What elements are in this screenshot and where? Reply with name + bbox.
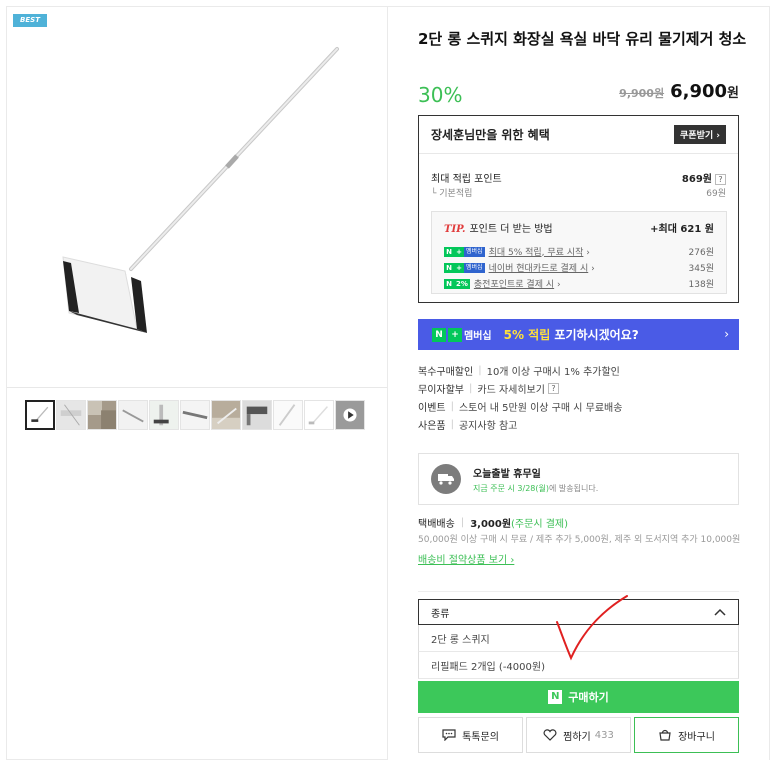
tip-label: TIP. — [444, 224, 466, 235]
buy-button[interactable]: N 구매하기 — [418, 681, 739, 713]
product-info: 2단 롱 스퀴지 화장실 욕실 바닥 유리 물기제거 청소 30% 9,900원… — [388, 6, 770, 760]
info-row: 사은품 | 공지사항 참고 — [418, 418, 518, 432]
cart-button[interactable]: 장바구니 — [634, 717, 739, 753]
chat-icon — [442, 729, 456, 741]
basic-points-value: 69원 — [706, 189, 726, 199]
original-price: 9,900원 — [619, 87, 665, 100]
talk-button[interactable]: 톡톡문의 — [418, 717, 523, 753]
option-item[interactable]: 리필패드 2개입 (-4000원) — [418, 652, 739, 679]
thumbnail[interactable] — [180, 400, 210, 430]
shipping-saving-link[interactable]: 배송비 절약상품 보기 › — [418, 551, 514, 566]
sale-price: 6,900 — [670, 81, 728, 102]
currency: 원 — [727, 86, 739, 101]
help-icon[interactable]: ? — [715, 174, 726, 185]
info-row: 무이자할부 | 카드 자세히보기? — [418, 379, 622, 397]
option-select: 종류 2단 롱 스퀴지 리필패드 2개입 (-4000원) — [418, 599, 739, 679]
shipping-fee: 3,000원 — [470, 519, 512, 530]
tip-item[interactable]: N 2% 충전포인트로 결제 시 › 138원 — [444, 275, 714, 291]
tip-box: TIP. 포인트 더 받는 방법 +최대 621 원 N + 멤버십 최대 5% 적립,… — [431, 211, 727, 294]
help-icon[interactable]: ? — [547, 382, 559, 394]
bag-icon — [659, 729, 671, 741]
wish-button[interactable]: 찜하기 433 — [526, 717, 631, 753]
naver-membership-icon: N + 멤버십 — [444, 247, 485, 257]
benefit-title: 장세훈님만을 위한 혜택 — [431, 128, 550, 142]
shipping-method: 택배배송 — [418, 519, 455, 530]
wish-count: 433 — [594, 729, 614, 741]
main-product-image[interactable] — [7, 7, 387, 387]
chevron-right-icon: › — [724, 327, 729, 341]
delivery-title: 오늘출발 휴무일 — [473, 468, 541, 480]
thumbnail[interactable] — [149, 400, 179, 430]
tip-item[interactable]: N + 멤버십 네이버 현대카드로 결제 시 › 345원 — [444, 259, 714, 275]
thumbnail[interactable] — [25, 400, 55, 430]
shipping-fee-note: (주문시 결제) — [511, 519, 569, 530]
info-list: 복수구매할인 | 10개 이상 구매시 1% 추가할인 무이자할부 | 카드 자세히보기… — [418, 361, 622, 433]
coupon-button[interactable]: 쿠폰받기 › — [674, 125, 726, 144]
max-points-value: 869원 — [681, 174, 712, 185]
banner-text: 포기하시겠어요? — [550, 328, 639, 342]
benefit-box: 장세훈님만을 위한 혜택 쿠폰받기 › 최대 적립 포인트 869원? └ 기본… — [418, 115, 739, 303]
shipping-info: 택배배송 | 3,000원 (주문시 결제) 50,000원 이상 구매 시 무… — [418, 515, 743, 566]
naver-pay-icon: N 2% — [444, 279, 470, 289]
play-icon — [336, 401, 364, 429]
basic-points-label: 기본적립 — [439, 189, 473, 199]
tip-title: 포인트 더 받는 방법 — [469, 224, 553, 235]
delivery-date: 지금 주문 시 3/28(월) — [473, 483, 549, 493]
thumbnail[interactable] — [118, 400, 148, 430]
thumbnail[interactable] — [304, 400, 334, 430]
best-badge: BEST — [13, 14, 47, 27]
tip-item[interactable]: N + 멤버십 최대 5% 적립, 무료 시작 › 276원 — [444, 243, 714, 259]
thumbnail[interactable] — [242, 400, 272, 430]
max-points-label: 최대 적립 포인트 — [431, 174, 502, 185]
thumbnail[interactable] — [87, 400, 117, 430]
divider — [418, 591, 739, 592]
heart-icon — [543, 729, 557, 741]
option-dropdown[interactable]: 종류 — [418, 599, 739, 625]
product-gallery: BEST — [6, 6, 388, 760]
shipping-description: 50,000원 이상 구매 시 무료 / 제주 추가 5,000원, 제주 외 … — [418, 535, 741, 545]
thumbnail[interactable] — [56, 400, 86, 430]
naver-n-icon: N — [548, 690, 563, 704]
thumbnail[interactable] — [211, 400, 241, 430]
max-points-row: 최대 적립 포인트 869원? — [431, 170, 726, 185]
thumbnail-strip — [25, 400, 365, 430]
naver-plus-icon: N + 멤버십 — [432, 327, 492, 342]
action-buttons: 톡톡문의 찜하기 433 장바구니 — [418, 717, 739, 753]
truck-icon — [431, 464, 461, 494]
delivery-notice: 오늘출발 휴무일 지금 주문 시 3/28(월)에 발송됩니다. — [418, 453, 739, 505]
discount-rate: 30% — [418, 83, 463, 107]
info-row: 복수구매할인 | 10개 이상 구매시 1% 추가할인 — [418, 364, 620, 378]
product-title: 2단 롱 스퀴지 화장실 욕실 바닥 유리 물기제거 청소 — [418, 30, 747, 48]
divider — [7, 387, 387, 388]
banner-highlight: 5% 적립 — [503, 328, 551, 342]
video-thumbnail[interactable] — [335, 400, 365, 430]
naver-membership-icon: N + 멤버십 — [444, 263, 485, 273]
info-row: 이벤트 | 스토어 내 5만원 이상 구매 시 무료배송 — [418, 400, 623, 414]
thumbnail[interactable] — [273, 400, 303, 430]
chevron-up-icon — [714, 608, 726, 616]
card-detail-link[interactable]: 카드 자세히보기 — [477, 381, 545, 396]
option-header: 종류 — [431, 608, 450, 620]
membership-banner[interactable]: N + 멤버십 5% 적립 포기하시겠어요? › — [418, 319, 739, 350]
tip-max: +최대 621 원 — [650, 224, 714, 235]
option-item[interactable]: 2단 롱 스퀴지 — [418, 625, 739, 652]
price-area: 9,900원 6,900원 — [619, 81, 739, 102]
basic-points-row: └ 기본적립 69원 — [431, 186, 726, 199]
